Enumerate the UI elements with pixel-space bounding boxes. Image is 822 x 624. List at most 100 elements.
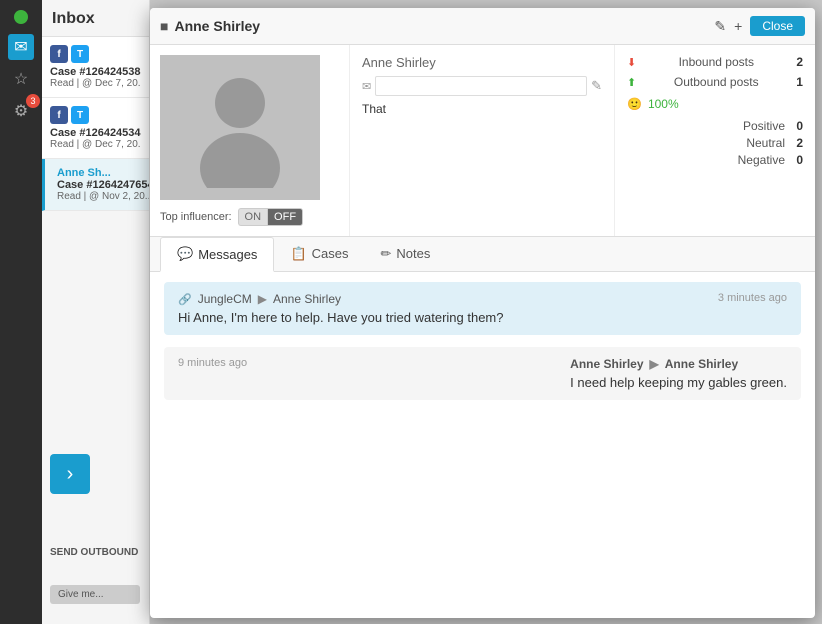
contact-note: That bbox=[362, 102, 602, 116]
inbound-value: 2 bbox=[796, 55, 803, 69]
positive-value: 0 bbox=[793, 119, 803, 133]
case-meta: Read | @ Nov 2, 20... bbox=[57, 191, 150, 202]
contact-center: Anne Shirley ✉ ✎ That bbox=[350, 45, 615, 236]
reply-sender-row: Anne Shirley ▶ Anne Shirley bbox=[570, 357, 787, 371]
neutral-label: Neutral bbox=[746, 136, 785, 150]
outbound-value: 1 bbox=[796, 75, 803, 89]
close-button[interactable]: Close bbox=[750, 16, 805, 36]
modal-header-left: ■ Anne Shirley bbox=[160, 18, 260, 34]
sentiment-emoji: 🙂 bbox=[627, 97, 642, 111]
sentiment-scores: Positive 0 Neutral 2 Negative 0 bbox=[627, 119, 803, 167]
message-from: 🔗 JungleCM ▶ Anne Shirley Hi Anne, I'm h… bbox=[164, 282, 801, 335]
modal-header: ■ Anne Shirley ✎ + Close bbox=[150, 8, 815, 45]
sender-row: 🔗 JungleCM ▶ Anne Shirley bbox=[178, 292, 504, 306]
cases-tab-icon: 📋 bbox=[290, 246, 306, 262]
give-me-button[interactable]: Give me... bbox=[50, 585, 140, 604]
sidebar-icon-star[interactable]: ☆ bbox=[8, 66, 34, 92]
contact-left: Top influencer: ON OFF bbox=[150, 45, 350, 236]
reply-content: Anne Shirley ▶ Anne Shirley I need help … bbox=[570, 357, 787, 390]
sidebar-icon-settings[interactable]: ⚙ 3 bbox=[8, 98, 34, 124]
case-meta: Read | @ Dec 7, 20... bbox=[50, 139, 141, 150]
modal-tabs: 💬 Messages 📋 Cases ✏ Notes bbox=[150, 237, 815, 272]
facebook-icon: f bbox=[50, 45, 68, 63]
messages-tab-label: Messages bbox=[198, 247, 257, 262]
toggle-off-button[interactable]: OFF bbox=[267, 208, 303, 226]
contact-right: ⬇ Inbound posts 2 ⬆ Outbound posts 1 🙂 1… bbox=[615, 45, 815, 236]
message-sender: JungleCM bbox=[198, 292, 252, 306]
edit-email-icon[interactable]: ✎ bbox=[591, 78, 602, 94]
contact-subtitle: Anne Shirley bbox=[362, 55, 602, 70]
message-bubble: 9 minutes ago Anne Shirley ▶ Anne Shirle… bbox=[164, 347, 801, 400]
reply-recipient: Anne Shirley bbox=[665, 357, 738, 371]
outbound-label: Outbound posts bbox=[674, 75, 759, 89]
toggle-on-button[interactable]: ON bbox=[238, 208, 268, 226]
inbound-arrow-icon: ⬇ bbox=[627, 56, 636, 69]
inbound-stats-row: ⬇ Inbound posts 2 bbox=[627, 55, 803, 69]
avatar-large bbox=[160, 55, 320, 200]
sidebar: ✉ ☆ ⚙ 3 bbox=[0, 0, 42, 624]
reply-sender: Anne Shirley bbox=[570, 357, 643, 371]
tab-notes[interactable]: ✏ Notes bbox=[364, 237, 446, 272]
inbound-label: Inbound posts bbox=[679, 55, 754, 69]
message-time: 3 minutes ago bbox=[708, 292, 787, 304]
modal-body-top: Top influencer: ON OFF Anne Shirley ✉ ✎ … bbox=[150, 45, 815, 237]
message-from-content: 🔗 JungleCM ▶ Anne Shirley Hi Anne, I'm h… bbox=[178, 292, 504, 325]
email-row: ✉ ✎ bbox=[362, 76, 602, 96]
edit-icon[interactable]: ✎ bbox=[714, 18, 726, 35]
reply-time: 9 minutes ago bbox=[178, 357, 257, 369]
outbound-stats-row: ⬆ Outbound posts 1 bbox=[627, 75, 803, 89]
negative-sentiment: Negative 0 bbox=[627, 153, 803, 167]
message-recipient: Anne Shirley bbox=[273, 292, 341, 306]
twitter-icon: T bbox=[71, 45, 89, 63]
facebook-icon: f bbox=[50, 106, 68, 124]
modal: ■ Anne Shirley ✎ + Close Top influencer:… bbox=[150, 8, 815, 618]
email-input[interactable] bbox=[375, 76, 587, 96]
modal-title: Anne Shirley bbox=[174, 18, 260, 34]
outbound-arrow-icon: ⬆ bbox=[627, 76, 636, 89]
influencer-row: Top influencer: ON OFF bbox=[160, 208, 339, 226]
sender-icon: 🔗 bbox=[178, 293, 192, 306]
case-meta: Read | @ Dec 7, 20... bbox=[50, 78, 141, 89]
twitter-icon: T bbox=[71, 106, 89, 124]
contact-icon: ■ bbox=[160, 18, 168, 34]
email-icon: ✉ bbox=[362, 80, 371, 93]
positive-label: Positive bbox=[743, 119, 785, 133]
positive-sentiment: Positive 0 bbox=[627, 119, 803, 133]
sidebar-badge-count: 3 bbox=[26, 94, 40, 108]
messages-tab-icon: 💬 bbox=[177, 246, 193, 262]
neutral-value: 2 bbox=[793, 136, 803, 150]
next-button[interactable]: › bbox=[50, 454, 90, 494]
inbox-title: Inbox bbox=[42, 0, 149, 37]
notes-tab-label: Notes bbox=[396, 246, 430, 261]
message-reply: 9 minutes ago Anne Shirley ▶ Anne Shirle… bbox=[164, 347, 801, 400]
case-id: Case #12642453838 bbox=[50, 66, 141, 78]
add-icon[interactable]: + bbox=[734, 18, 742, 34]
list-item[interactable]: f T Case #12642453438 Read | @ Dec 7, 20… bbox=[42, 98, 149, 159]
sentiment-row: 🙂 100% bbox=[627, 97, 803, 111]
reply-direction-icon: ▶ bbox=[650, 357, 659, 371]
message-direction-icon: ▶ bbox=[258, 292, 267, 306]
modal-header-actions: ✎ + Close bbox=[714, 16, 805, 36]
send-outbound-label: SEND OUTBOUND bbox=[42, 541, 149, 564]
messages-area: 🔗 JungleCM ▶ Anne Shirley Hi Anne, I'm h… bbox=[150, 272, 815, 502]
tab-messages[interactable]: 💬 Messages bbox=[160, 237, 274, 272]
list-item[interactable]: f T Case #12642453838 Read | @ Dec 7, 20… bbox=[42, 37, 149, 98]
message-bubble: 🔗 JungleCM ▶ Anne Shirley Hi Anne, I'm h… bbox=[164, 282, 801, 335]
status-dot bbox=[14, 10, 28, 24]
sentiment-percent: 100% bbox=[648, 97, 679, 111]
toggle-group: ON OFF bbox=[238, 208, 304, 226]
top-influencer-label: Top influencer: bbox=[160, 211, 232, 223]
case-id: Case #12642453438 bbox=[50, 127, 141, 139]
notes-tab-icon: ✏ bbox=[380, 246, 391, 262]
message-text: Hi Anne, I'm here to help. Have you trie… bbox=[178, 310, 504, 325]
case-id: Case #12642476544 bbox=[57, 179, 150, 191]
inbox-panel: Inbox f T Case #12642453838 Read | @ Dec… bbox=[42, 0, 150, 624]
list-item-contact[interactable]: Anne Sh... Case #12642476544 Read | @ No… bbox=[42, 159, 149, 211]
neutral-sentiment: Neutral 2 bbox=[627, 136, 803, 150]
sidebar-icon-inbox[interactable]: ✉ bbox=[8, 34, 34, 60]
negative-label: Negative bbox=[738, 153, 785, 167]
reply-text: I need help keeping my gables green. bbox=[570, 375, 787, 390]
tab-cases[interactable]: 📋 Cases bbox=[274, 237, 364, 272]
cases-tab-label: Cases bbox=[312, 246, 349, 261]
negative-value: 0 bbox=[793, 153, 803, 167]
